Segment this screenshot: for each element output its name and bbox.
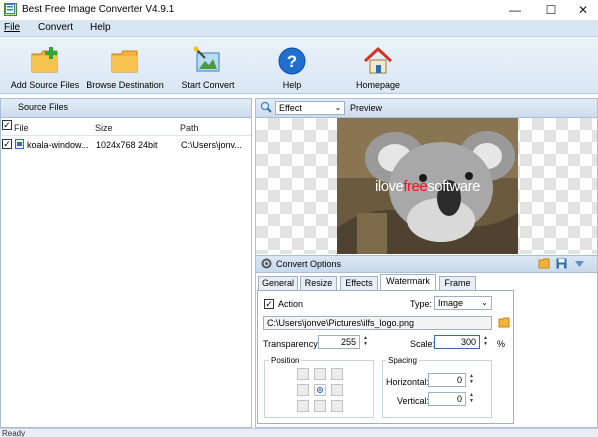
position-bottom-right[interactable] (331, 400, 343, 412)
horizontal-stepper[interactable]: ▲ ▼ (467, 373, 476, 387)
convert-options-title: Convert Options (276, 259, 342, 269)
position-middle-right[interactable] (331, 384, 343, 396)
menu-help[interactable]: Help (90, 22, 111, 33)
position-top-center[interactable] (314, 368, 326, 380)
list-icon (5, 4, 15, 14)
watermark-overlay: ilovefreesoftware (337, 178, 518, 195)
action-label: Action (278, 299, 304, 309)
start-convert-label: Start Convert (181, 80, 235, 90)
transparency-stepper[interactable]: ▲ ▼ (361, 335, 370, 349)
spacing-label: Spacing (386, 356, 419, 365)
image-file-icon (15, 139, 24, 149)
magic-wand-image-icon (193, 46, 223, 76)
position-middle-left[interactable] (297, 384, 309, 396)
preview-label: Preview (350, 103, 383, 113)
status-text: Ready (2, 429, 26, 437)
transparency-input[interactable]: 255 (318, 335, 360, 349)
browse-destination-label: Browse Destination (86, 80, 164, 90)
status-bar (0, 428, 598, 437)
tab-general[interactable]: General (258, 276, 298, 290)
transparency-label: Transparency: (263, 339, 321, 349)
column-size[interactable]: Size (95, 123, 113, 133)
magnifier-icon (260, 101, 272, 113)
type-label: Type: (410, 299, 433, 309)
menu-convert[interactable]: Convert (38, 22, 73, 33)
vertical-stepper[interactable]: ▲ ▼ (467, 392, 476, 406)
scale-percent-label: % (497, 339, 506, 349)
help-label: Help (282, 80, 302, 90)
start-convert-button[interactable]: Start Convert (172, 38, 244, 93)
position-top-right[interactable] (331, 368, 343, 380)
homepage-label: Homepage (355, 80, 401, 90)
folder-icon (110, 46, 140, 76)
action-checkbox[interactable]: ✓ (264, 299, 274, 309)
chevron-down-icon[interactable]: ⌄ (331, 101, 345, 115)
tab-resize[interactable]: Resize (300, 276, 337, 290)
scale-stepper[interactable]: ▲ ▼ (481, 335, 490, 349)
home-icon (363, 46, 393, 76)
source-files-title: Source Files (18, 102, 69, 112)
position-label: Position (269, 356, 302, 365)
row-size: 1024x768 24bit (96, 140, 158, 150)
menu-file[interactable]: File (4, 22, 20, 33)
homepage-button[interactable]: Homepage (346, 38, 410, 93)
save-icon[interactable] (556, 258, 567, 269)
row-checkbox[interactable]: ✓ (2, 139, 12, 149)
tab-frame[interactable]: Frame (439, 276, 476, 290)
row-file-name: koala-window... (27, 140, 89, 150)
tab-effects[interactable]: Effects (340, 276, 378, 290)
watermark-file-path[interactable]: C:\Users\jonve\Pictures\ilfs_logo.png (263, 316, 492, 330)
watermark-text-software: software (427, 178, 480, 195)
row-path: C:\Users\jonv... (181, 140, 242, 150)
column-path[interactable]: Path (180, 123, 199, 133)
gear-icon (261, 258, 272, 269)
watermark-text-ilove: ilove (375, 178, 404, 195)
vertical-input[interactable]: 0 (428, 392, 466, 406)
position-top-left[interactable] (297, 368, 309, 380)
position-bottom-left[interactable] (297, 400, 309, 412)
spacing-group (382, 360, 492, 418)
window-title: Best Free Image Converter V4.9.1 (22, 4, 175, 15)
watermark-text-free: free (403, 178, 428, 195)
collapse-arrow-icon[interactable] (574, 258, 585, 269)
help-button[interactable]: ? Help (262, 38, 322, 93)
svg-text:?: ? (287, 52, 297, 71)
vertical-label: Vertical: (397, 396, 430, 406)
horizontal-label: Horizontal: (386, 377, 430, 387)
position-center[interactable] (314, 384, 326, 396)
horizontal-input[interactable]: 0 (428, 373, 466, 387)
close-button[interactable]: ✕ (562, 0, 598, 20)
browse-destination-button[interactable]: Browse Destination (86, 38, 164, 93)
add-source-files-button[interactable]: Add Source Files (6, 38, 84, 93)
help-icon: ? (277, 46, 307, 76)
position-bottom-center[interactable] (314, 400, 326, 412)
column-file[interactable]: File (14, 123, 29, 133)
browse-folder-icon[interactable] (498, 317, 510, 328)
scale-input[interactable]: 300 (434, 335, 480, 349)
select-all-checkbox[interactable]: ✓ (2, 120, 12, 130)
folder-add-icon (30, 46, 60, 76)
tab-watermark[interactable]: Watermark (380, 274, 436, 291)
chevron-down-icon[interactable]: ⌄ (478, 296, 491, 310)
add-source-files-label: Add Source Files (10, 80, 80, 90)
scale-label: Scale: (410, 339, 436, 349)
open-folder-icon[interactable] (538, 258, 550, 269)
